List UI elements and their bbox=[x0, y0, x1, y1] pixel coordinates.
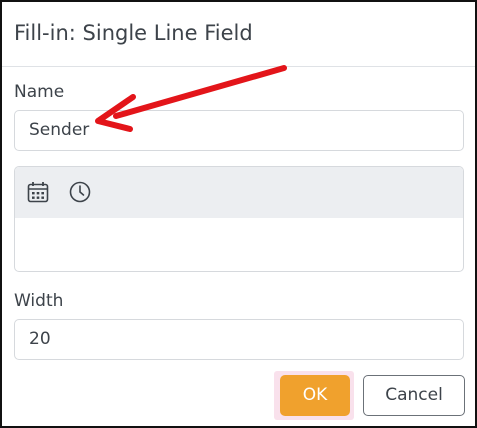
format-toolbar bbox=[15, 167, 463, 218]
format-text-area[interactable] bbox=[15, 218, 463, 271]
name-input[interactable]: Sender bbox=[14, 110, 464, 151]
width-input[interactable]: 20 bbox=[14, 319, 464, 360]
fill-in-dialog: Fill-in: Single Line Field Name Sender W… bbox=[0, 0, 477, 428]
calendar-icon[interactable] bbox=[27, 181, 49, 203]
cancel-button[interactable]: Cancel bbox=[363, 375, 465, 416]
name-label: Name bbox=[14, 82, 65, 102]
ok-button[interactable]: OK bbox=[280, 375, 350, 416]
dialog-title: Fill-in: Single Line Field bbox=[14, 21, 253, 45]
format-editor bbox=[14, 166, 464, 272]
title-divider bbox=[2, 66, 475, 67]
width-label: Width bbox=[14, 291, 64, 311]
clock-icon[interactable] bbox=[69, 181, 91, 203]
